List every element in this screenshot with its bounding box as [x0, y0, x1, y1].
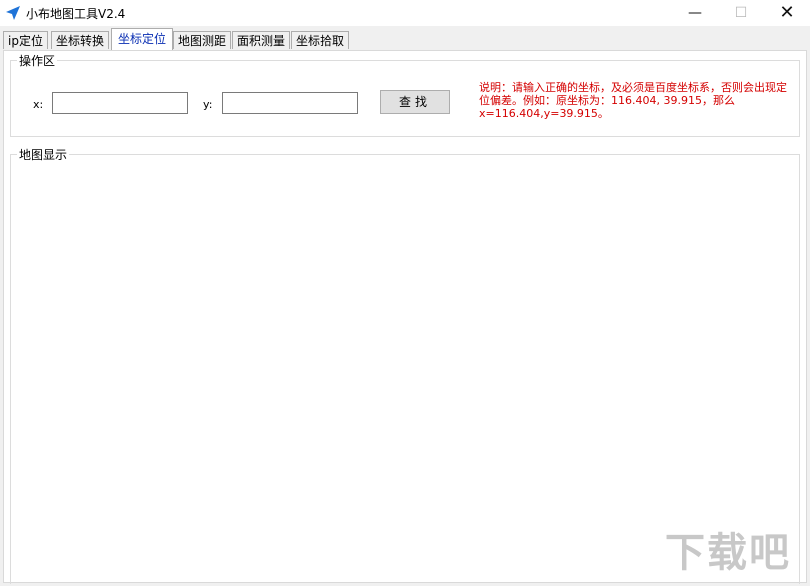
tab-coordinate-convert[interactable]: 坐标转换	[51, 31, 109, 49]
tab-strip: ip定位 坐标转换 坐标定位 地图测距 面积测量 坐标拾取	[3, 28, 807, 50]
maximize-button[interactable]: ☐	[718, 0, 764, 26]
close-button[interactable]: ✕	[764, 0, 810, 26]
tab-ip-location[interactable]: ip定位	[3, 31, 48, 49]
tab-coordinate-pick[interactable]: 坐标拾取	[291, 31, 349, 49]
y-input[interactable]	[222, 92, 358, 114]
watermark-logo: 下载吧	[665, 530, 791, 576]
y-label: y:	[203, 98, 213, 111]
x-input[interactable]	[52, 92, 188, 114]
tab-area-measure[interactable]: 面积测量	[232, 31, 290, 49]
operations-legend: 操作区	[17, 52, 58, 69]
search-button[interactable]: 查找	[380, 90, 450, 114]
instruction-note: 说明：请输入正确的坐标，及必须是百度坐标系，否则会出现定位偏差。例如：原坐标为：…	[479, 81, 787, 120]
tab-content-panel: 操作区 x: y: 查找 说明：请输入正确的坐标，及必须是百度坐标系，否则会出现…	[3, 50, 807, 584]
tab-map-distance[interactable]: 地图测距	[173, 31, 231, 49]
operations-group: 操作区 x: y: 查找 说明：请输入正确的坐标，及必须是百度坐标系，否则会出现…	[10, 52, 800, 137]
tab-coordinate-locate[interactable]: 坐标定位	[111, 28, 173, 50]
map-legend: 地图显示	[17, 146, 70, 163]
window-title: 小布地图工具V2.4	[26, 7, 126, 21]
send-arrow-icon	[6, 6, 20, 20]
title-bar: 小布地图工具V2.4 — ☐ ✕	[0, 0, 810, 26]
x-label: x:	[33, 98, 44, 111]
minimize-button[interactable]: —	[672, 0, 718, 26]
